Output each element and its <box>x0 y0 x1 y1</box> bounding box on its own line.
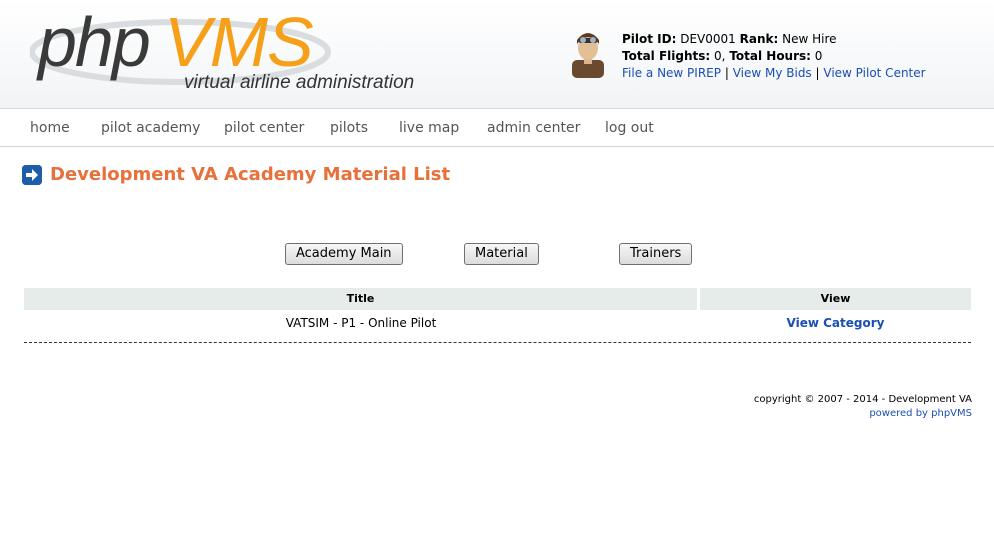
table-row: VATSIM - P1 - Online Pilot View Category <box>24 316 971 343</box>
view-pilot-center-link[interactable]: View Pilot Center <box>823 66 925 80</box>
pilot-info: Pilot ID: DEV0001 Rank: New Hire Total F… <box>622 31 926 82</box>
pilot-avatar-icon <box>572 33 604 78</box>
link-separator: | <box>815 66 820 80</box>
nav-pilot-center[interactable]: pilot center <box>224 120 304 136</box>
nav-admin-center[interactable]: admin center <box>487 120 580 136</box>
phpvms-logo[interactable]: php VMS virtual airline administration <box>30 3 414 103</box>
trainers-button[interactable]: Trainers <box>619 243 693 265</box>
arrow-right-icon <box>22 165 42 185</box>
copyright-text: copyright © 2007 - 2014 - Development VA <box>753 394 972 405</box>
academy-main-button[interactable]: Academy Main <box>285 243 403 265</box>
nav-home[interactable]: home <box>30 120 70 136</box>
site-header: php VMS virtual airline administration P… <box>0 0 994 109</box>
link-separator: | <box>724 66 729 80</box>
material-button[interactable]: Material <box>464 243 539 265</box>
view-bids-link[interactable]: View My Bids <box>733 66 812 80</box>
footer: copyright © 2007 - 2014 - Development VA… <box>754 393 972 421</box>
logo-tagline: virtual airline administration <box>184 72 415 93</box>
pilot-id-line: Pilot ID: DEV0001 Rank: New Hire <box>622 31 926 48</box>
logo-vms-text: VMS <box>164 3 314 81</box>
pilot-links: File a New PIREP | View My Bids | View P… <box>622 65 926 82</box>
powered-by-link[interactable]: powered by phpVMS <box>869 408 972 419</box>
main-nav: home pilot academy pilot center pilots l… <box>0 109 994 147</box>
nav-pilots[interactable]: pilots <box>330 120 368 136</box>
pilot-stats-line: Total Flights: 0, Total Hours: 0 <box>622 48 926 65</box>
nav-log-out[interactable]: log out <box>605 120 654 136</box>
logo-php-text: php <box>38 3 151 81</box>
nav-pilot-academy[interactable]: pilot academy <box>101 120 200 136</box>
pilot-rank-label: Rank: <box>739 32 779 46</box>
material-title-cell: VATSIM - P1 - Online Pilot <box>285 316 437 330</box>
nav-live-map[interactable]: live map <box>399 120 459 136</box>
total-flights-label: Total Flights: <box>622 49 711 63</box>
total-flights-value: 0, <box>714 49 726 63</box>
total-hours-label: Total Hours: <box>729 49 811 63</box>
table-header-title: Title <box>24 288 697 310</box>
pilot-id-label: Pilot ID: <box>622 32 677 46</box>
total-hours-value: 0 <box>814 49 823 63</box>
pilot-rank-value: New Hire <box>782 32 837 46</box>
file-pirep-link[interactable]: File a New PIREP <box>622 66 721 80</box>
view-category-link[interactable]: View Category <box>700 316 971 330</box>
table-header-view: View <box>700 288 971 310</box>
pilot-id-value: DEV0001 <box>680 32 736 46</box>
page-title: Development VA Academy Material List <box>50 164 451 185</box>
